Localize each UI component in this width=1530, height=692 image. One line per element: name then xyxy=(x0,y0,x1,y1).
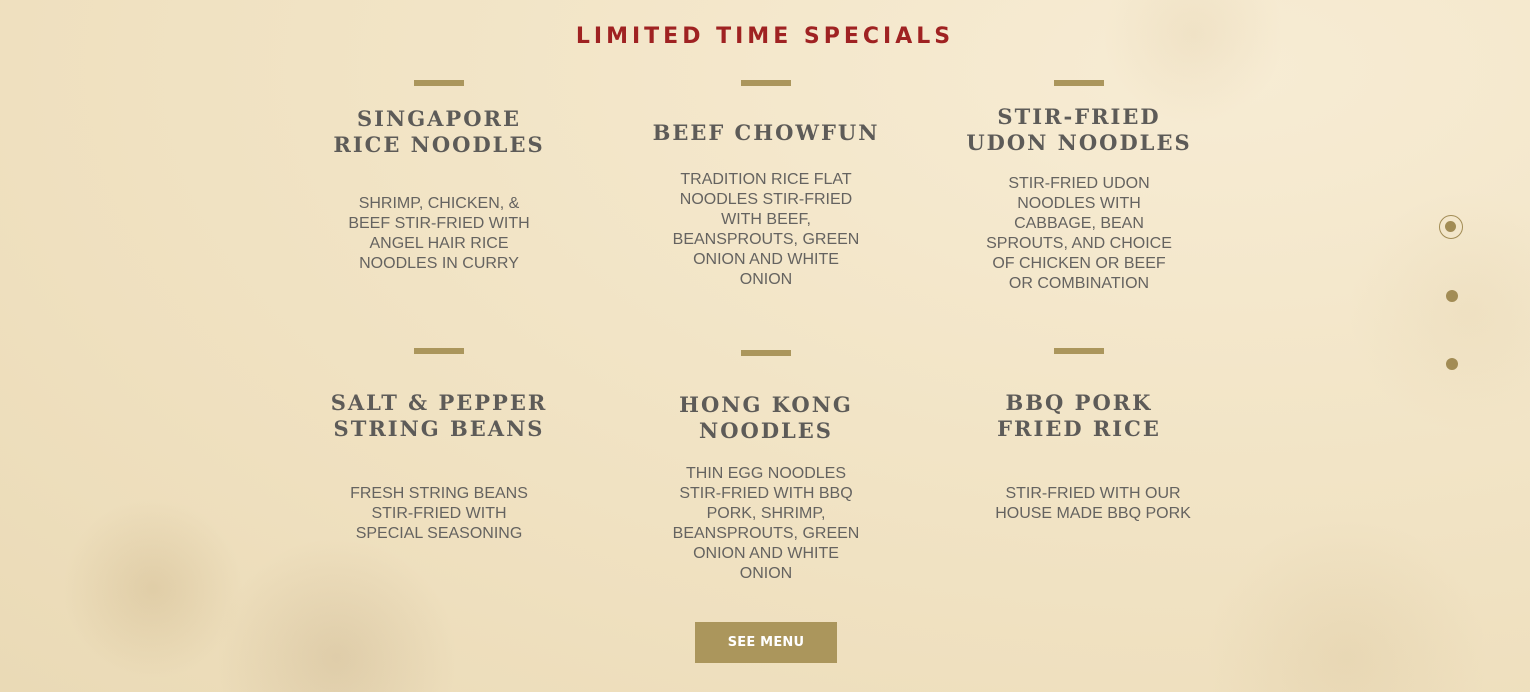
accent-divider xyxy=(414,80,464,86)
special-description: THIN EGG NOODLES STIR-FRIED WITH BBQ POR… xyxy=(672,465,860,582)
special-description: FRESH STRING BEANS STIR-FRIED WITH SPECI… xyxy=(350,485,528,542)
accent-divider xyxy=(1054,80,1104,86)
special-card: BEEF CHOWFUN TRADITION RICE FLAT NOODLES… xyxy=(646,80,886,290)
special-card: STIR-FRIED UDON NOODLES STIR-FRIED UDON … xyxy=(959,80,1199,294)
accent-divider xyxy=(1054,348,1104,354)
special-name: BBQ PORK FRIED RICE xyxy=(997,390,1161,441)
section-title: LIMITED TIME SPECIALS xyxy=(575,24,955,49)
special-name: BEEF CHOWFUN xyxy=(652,120,880,145)
special-card: HONG KONG NOODLES THIN EGG NOODLES STIR-… xyxy=(646,350,886,584)
accent-divider xyxy=(414,348,464,354)
accent-divider xyxy=(741,350,791,356)
special-description: STIR-FRIED UDON NOODLES WITH CABBAGE, BE… xyxy=(986,175,1172,292)
special-card: SALT & PEPPER STRING BEANS FRESH STRING … xyxy=(319,348,559,544)
slide-navigation xyxy=(1438,215,1466,375)
special-name: SINGAPORE RICE NOODLES xyxy=(333,106,545,157)
special-description: SHRIMP, CHICKEN, & BEEF STIR-FRIED WITH … xyxy=(348,195,530,272)
slide-dot-3[interactable] xyxy=(1446,358,1458,370)
special-card: BBQ PORK FRIED RICE STIR-FRIED WITH OUR … xyxy=(959,348,1199,524)
slide-dot-2[interactable] xyxy=(1446,290,1458,302)
special-description: TRADITION RICE FLAT NOODLES STIR-FRIED W… xyxy=(672,171,860,288)
special-name: STIR-FRIED UDON NOODLES xyxy=(966,104,1192,155)
special-card: SINGAPORE RICE NOODLES SHRIMP, CHICKEN, … xyxy=(319,80,559,274)
see-menu-button[interactable]: SEE MENU xyxy=(695,622,837,663)
special-name: HONG KONG NOODLES xyxy=(679,392,853,443)
slide-dot-1[interactable] xyxy=(1439,215,1463,239)
special-description: STIR-FRIED WITH OUR HOUSE MADE BBQ PORK xyxy=(995,485,1191,522)
special-name: SALT & PEPPER STRING BEANS xyxy=(330,390,548,441)
accent-divider xyxy=(741,80,791,86)
